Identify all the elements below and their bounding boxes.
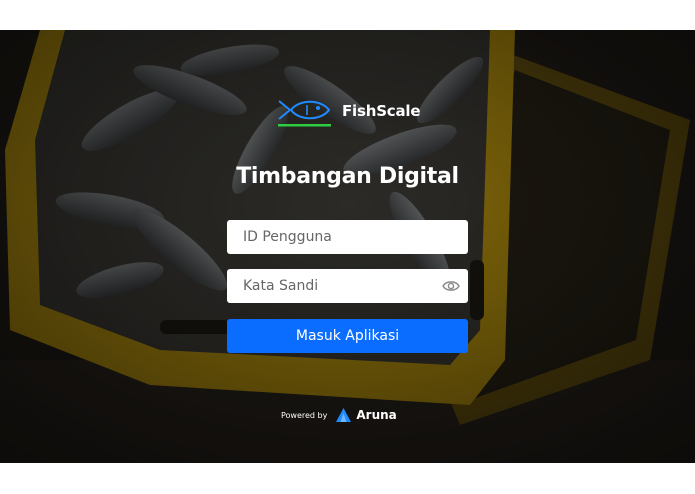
page-title: Timbangan Digital: [236, 164, 459, 189]
password-field-wrapper: [227, 269, 468, 303]
powered-by-label: Powered by: [281, 410, 328, 420]
brand-header: FishScale: [277, 94, 421, 128]
brand-name: FishScale: [342, 102, 421, 120]
fish-icon: [278, 100, 331, 127]
login-button[interactable]: Masuk Aplikasi: [227, 319, 468, 353]
password-input[interactable]: [227, 269, 468, 303]
powered-by-footer: Powered by Aruna: [281, 406, 397, 424]
eye-icon[interactable]: [442, 278, 460, 294]
aruna-logo-icon: [336, 408, 352, 422]
user-id-input[interactable]: [227, 220, 468, 254]
partner-name: Aruna: [356, 408, 397, 422]
login-background: FishScale Timbangan Digital Masuk Aplika…: [0, 30, 695, 463]
